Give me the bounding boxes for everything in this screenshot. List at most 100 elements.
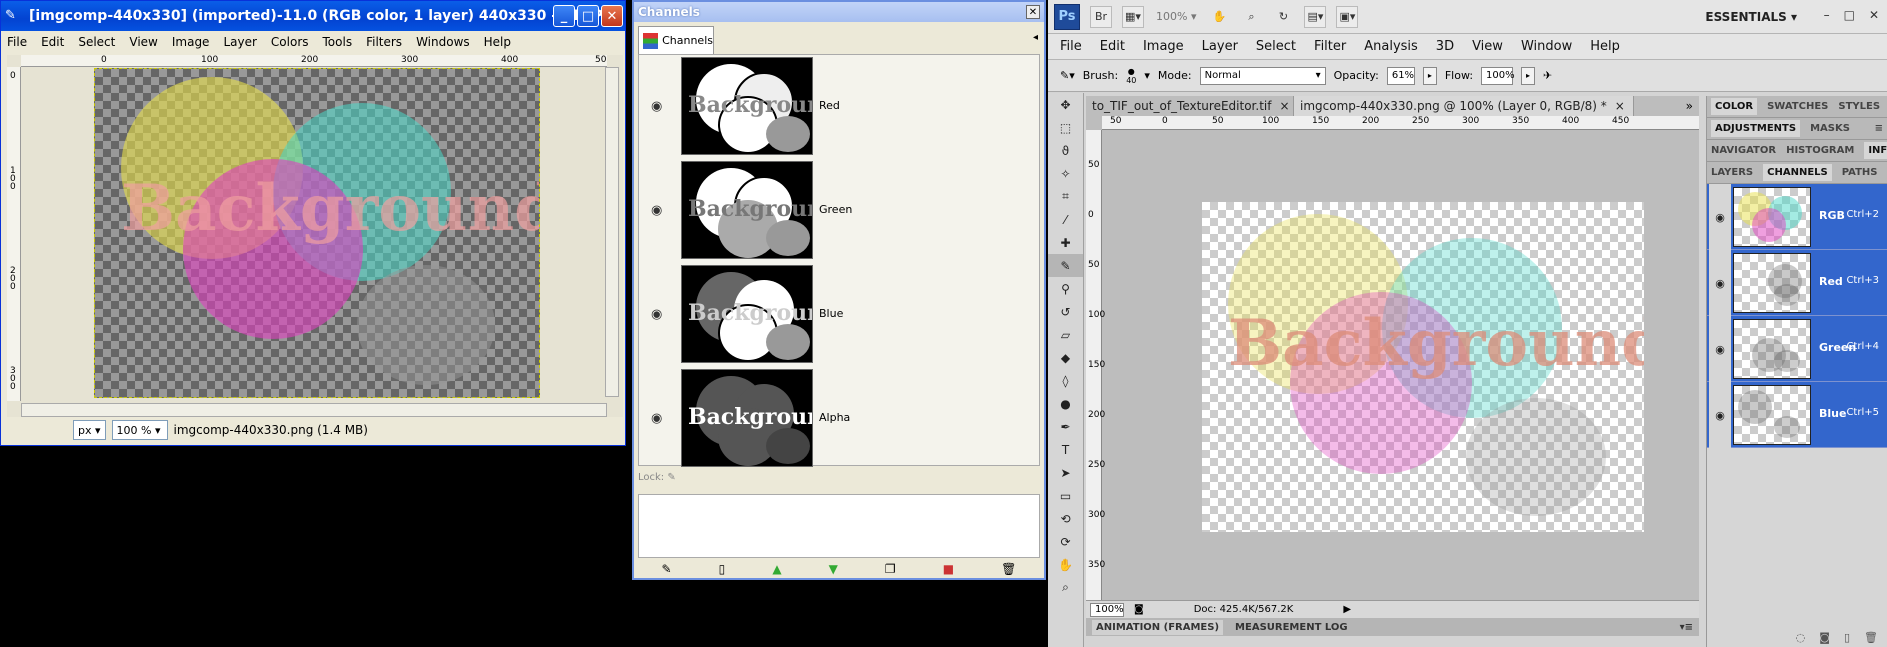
menu-layer[interactable]: Layer: [223, 35, 256, 49]
menu-view[interactable]: View: [1472, 39, 1503, 54]
lasso-tool-icon[interactable]: ϑ: [1048, 139, 1083, 162]
flow-slider-button[interactable]: ▸: [1521, 66, 1536, 85]
vertical-ruler[interactable]: 50 0 50 100 150 200 250 300 350: [1086, 130, 1105, 600]
dodge-tool-icon[interactable]: ●: [1048, 392, 1083, 415]
menu-layer[interactable]: Layer: [1202, 39, 1238, 54]
brush-dropdown-icon[interactable]: ▾: [1144, 69, 1150, 82]
hand-tool-icon[interactable]: ✋: [1048, 553, 1083, 576]
crop-tool-icon[interactable]: ⌗: [1048, 185, 1083, 208]
gimp-title-bar[interactable]: ✎ [imgcomp-440x330] (imported)-11.0 (RGB…: [1, 1, 625, 31]
lower-channel-icon[interactable]: ▼: [829, 562, 838, 576]
minimize-button[interactable]: –: [1824, 8, 1830, 22]
panel-menu-icon[interactable]: ≡: [1875, 123, 1887, 134]
close-button[interactable]: ✕: [1869, 8, 1879, 22]
horizontal-ruler[interactable]: 0 100 200 300 400 50: [21, 55, 607, 67]
channel-row-blue[interactable]: ◉ Background Blue: [639, 263, 1039, 365]
tab-navigator[interactable]: NAVIGATOR: [1711, 145, 1776, 156]
channels-dock-title-bar[interactable]: Channels ✕: [634, 2, 1044, 22]
tab-animation-frames[interactable]: ANIMATION (FRAMES): [1092, 619, 1224, 635]
menu-window[interactable]: Window: [1521, 39, 1572, 54]
close-icon[interactable]: ×: [1615, 99, 1625, 113]
menu-analysis[interactable]: Analysis: [1364, 39, 1418, 54]
workspace-switcher[interactable]: ESSENTIALS ▾: [1705, 10, 1797, 24]
brush-tool-preset-icon[interactable]: ✎▾: [1060, 69, 1075, 82]
close-icon[interactable]: ✕: [1026, 5, 1040, 19]
raise-channel-icon[interactable]: ▲: [772, 562, 781, 576]
bridge-button[interactable]: Br: [1090, 5, 1112, 28]
gimp-canvas-area[interactable]: 0 100 200 300 400 50 0 1 0 0 2 0 0 3 0 0…: [7, 55, 623, 417]
horizontal-scrollbar[interactable]: [21, 403, 607, 417]
brush-tool-icon[interactable]: ✎: [1048, 254, 1083, 277]
status-menu-arrow-icon[interactable]: ▶: [1343, 604, 1351, 615]
eye-icon[interactable]: ◉: [651, 99, 662, 114]
save-selection-as-channel-icon[interactable]: ◙: [1819, 631, 1830, 644]
tab-color[interactable]: COLOR: [1711, 98, 1758, 115]
close-icon[interactable]: ×: [1279, 99, 1289, 113]
menu-help[interactable]: Help: [1590, 39, 1620, 54]
quick-select-tool-icon[interactable]: ✧: [1048, 162, 1083, 185]
menu-select[interactable]: Select: [1256, 39, 1296, 54]
menu-filters[interactable]: Filters: [366, 35, 402, 49]
history-brush-tool-icon[interactable]: ↺: [1048, 300, 1083, 323]
mode-select[interactable]: Normal ▾: [1199, 66, 1326, 85]
maximize-button[interactable]: □: [577, 5, 599, 27]
tab-histogram[interactable]: HISTOGRAM: [1786, 145, 1854, 156]
eye-icon[interactable]: ◉: [651, 307, 662, 322]
vertical-scrollbar[interactable]: [605, 67, 619, 397]
ps-channel-row-red[interactable]: ◉ Red Ctrl+3: [1707, 250, 1887, 316]
document-tab[interactable]: to_TIF_out_of_TextureEditor.tif ×: [1086, 96, 1294, 116]
load-channel-as-selection-icon[interactable]: ◌: [1796, 631, 1806, 644]
rotate-view-icon[interactable]: ↻: [1272, 6, 1294, 28]
arrange-documents-button[interactable]: ▤▾: [1304, 5, 1327, 28]
menu-windows[interactable]: Windows: [416, 35, 470, 49]
menu-filter[interactable]: Filter: [1314, 39, 1346, 54]
3d-rotate-tool-icon[interactable]: ⟲: [1048, 507, 1083, 530]
zoom-level-select[interactable]: 100% ▾: [1154, 6, 1198, 28]
more-tabs-icon[interactable]: »: [1686, 96, 1699, 116]
tab-masks[interactable]: MASKS: [1810, 123, 1850, 134]
status-icon[interactable]: ◙: [1134, 604, 1144, 615]
horizontal-ruler[interactable]: 50 0 50 100 150 200 250 300 350 400 450: [1102, 116, 1699, 130]
eraser-tool-icon[interactable]: ▱: [1048, 323, 1083, 346]
tab-channels[interactable]: Channels: [638, 26, 714, 54]
ps-document-area[interactable]: 50 0 50 100 150 200 250 300 350 400 450 …: [1086, 116, 1699, 600]
zoom-select[interactable]: 100 % ▾: [111, 420, 168, 440]
mini-bridge-button[interactable]: ▦▾: [1122, 5, 1144, 28]
opacity-input[interactable]: 61%: [1386, 66, 1415, 85]
eye-icon[interactable]: ◉: [1709, 184, 1731, 250]
blur-tool-icon[interactable]: ◊: [1048, 369, 1083, 392]
opacity-slider-button[interactable]: ▸: [1422, 66, 1437, 85]
eye-icon[interactable]: ◉: [1709, 316, 1731, 382]
brush-lock-icon[interactable]: ✎: [667, 472, 675, 483]
move-tool-icon[interactable]: ✥: [1048, 93, 1083, 116]
tab-measurement-log[interactable]: MEASUREMENT LOG: [1235, 622, 1348, 633]
ps-image-canvas[interactable]: Background: [1202, 202, 1644, 532]
ps-channel-row-blue[interactable]: ◉ Blue Ctrl+5: [1707, 382, 1887, 448]
pen-tool-icon[interactable]: ✒: [1048, 415, 1083, 438]
menu-select[interactable]: Select: [78, 35, 115, 49]
airbrush-icon[interactable]: ✈: [1543, 69, 1552, 82]
status-zoom-input[interactable]: 100%: [1090, 602, 1124, 617]
menu-edit[interactable]: Edit: [1100, 39, 1125, 54]
eye-icon[interactable]: ◉: [651, 411, 662, 426]
3d-orbit-tool-icon[interactable]: ⟳: [1048, 530, 1083, 553]
close-button[interactable]: ✕: [601, 5, 623, 27]
marquee-tool-icon[interactable]: ⬚: [1048, 116, 1083, 139]
screen-mode-button[interactable]: ▣▾: [1336, 5, 1359, 28]
zoom-tool-icon[interactable]: ⌕: [1048, 576, 1083, 599]
minimize-button[interactable]: _: [553, 5, 575, 27]
menu-3d[interactable]: 3D: [1436, 39, 1454, 54]
tab-adjustments[interactable]: ADJUSTMENTS: [1711, 120, 1801, 137]
menu-help[interactable]: Help: [484, 35, 511, 49]
path-selection-tool-icon[interactable]: ➤: [1048, 461, 1083, 484]
eyedropper-tool-icon[interactable]: ⁄: [1048, 208, 1083, 231]
flow-input[interactable]: 100%: [1481, 66, 1515, 85]
tab-info[interactable]: INFO: [1864, 142, 1887, 159]
brush-picker[interactable]: ● 40: [1126, 67, 1136, 85]
menu-edit[interactable]: Edit: [41, 35, 64, 49]
menu-image[interactable]: Image: [172, 35, 210, 49]
new-channel-icon[interactable]: ▯: [1844, 631, 1850, 644]
zoom-icon[interactable]: ⌕: [1240, 6, 1262, 28]
paint-bucket-tool-icon[interactable]: ◆: [1048, 346, 1083, 369]
channel-row-red[interactable]: ◉ Background Red: [639, 55, 1039, 157]
